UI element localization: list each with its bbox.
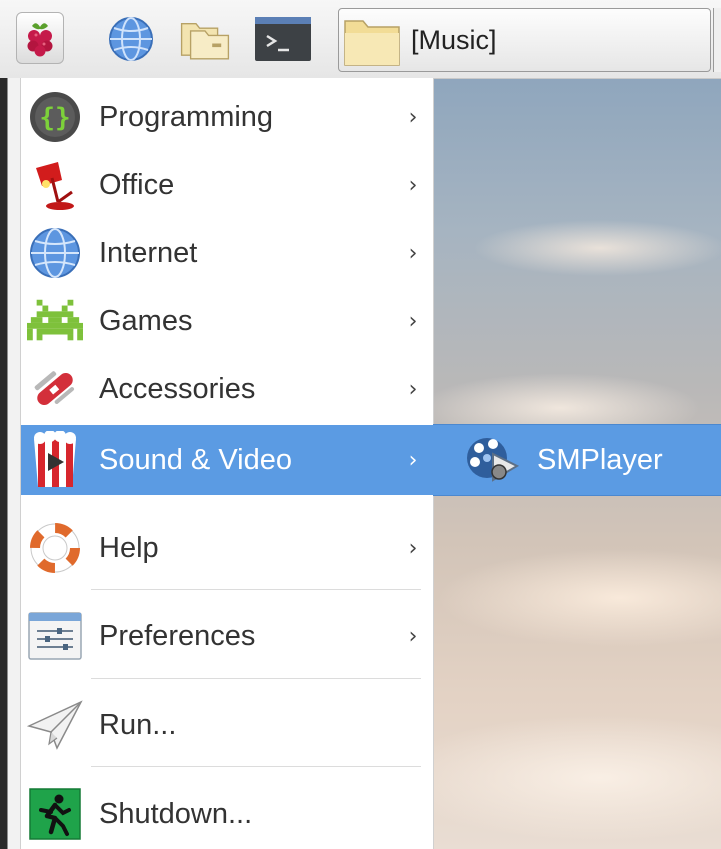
svg-text:{}: {} (39, 103, 70, 133)
menu-item-label: Shutdown... (99, 797, 253, 830)
help-icon (30, 523, 80, 573)
menu-item-office[interactable]: Office › (21, 151, 433, 219)
menu-item-run[interactable]: Run... (21, 691, 433, 759)
menu-left-edge (0, 78, 20, 849)
menu-item-shutdown[interactable]: Shutdown... (21, 780, 433, 848)
web-browser-icon (109, 17, 153, 61)
chevron-right-icon: › (408, 172, 418, 198)
file-manager-launcher[interactable] (178, 12, 232, 66)
menu-item-label: Preferences (99, 619, 256, 652)
sound-video-submenu: SMPlayer (433, 424, 721, 496)
menu-item-label: Programming (99, 100, 274, 133)
menu-item-label: Internet (99, 236, 198, 269)
menu-item-label: Office (99, 168, 175, 201)
programming-icon: {} (30, 92, 80, 142)
top-panel: [Music] (0, 0, 721, 79)
folder-icon (344, 20, 400, 66)
run-icon (27, 700, 83, 750)
chevron-right-icon: › (408, 447, 418, 473)
menu-separator (91, 766, 421, 767)
office-icon (36, 162, 74, 210)
chevron-right-icon: › (408, 376, 418, 402)
menu-item-help[interactable]: Help › (21, 514, 433, 582)
menu-separator (91, 589, 421, 590)
menu-separator (91, 678, 421, 679)
task-button-label: [Music] (411, 24, 497, 55)
chevron-right-icon: › (408, 535, 418, 561)
sound-video-icon (34, 431, 76, 487)
internet-icon (30, 228, 80, 278)
web-browser-launcher[interactable] (104, 12, 158, 66)
menu-item-label: Accessories (99, 372, 256, 405)
menu-item-label: Run... (99, 708, 177, 741)
games-icon (27, 299, 83, 341)
file-manager-icon (180, 23, 230, 60)
terminal-icon (255, 17, 311, 61)
menu-item-accessories[interactable]: Accessories › (21, 355, 433, 423)
smplayer-icon (467, 438, 520, 482)
menu-item-preferences[interactable]: Preferences › (21, 602, 433, 670)
menu-item-label: Games (99, 304, 193, 337)
menu-item-label: Sound & Video (99, 443, 292, 476)
menu-item-sound-video[interactable]: Sound & Video › (21, 425, 433, 495)
chevron-right-icon: › (408, 308, 418, 334)
raspberry-menu-button[interactable] (16, 12, 64, 64)
accessories-icon (34, 371, 75, 405)
preferences-icon (28, 612, 82, 660)
application-menu: {} Programming › Office › Internet › Gam… (20, 78, 434, 849)
menu-item-label: Help (99, 531, 159, 564)
menu-item-programming[interactable]: {} Programming › (21, 83, 433, 151)
panel-edge-button[interactable] (713, 8, 721, 72)
raspberry-menu-icon (27, 23, 53, 57)
chevron-right-icon: › (408, 240, 418, 266)
submenu-item-smplayer[interactable]: SMPlayer (433, 425, 721, 495)
menu-item-games[interactable]: Games › (21, 287, 433, 355)
submenu-item-label: SMPlayer (537, 443, 663, 476)
chevron-right-icon: › (408, 623, 418, 649)
menu-item-internet[interactable]: Internet › (21, 219, 433, 287)
task-button-music[interactable]: [Music] (338, 8, 711, 72)
chevron-right-icon: › (408, 104, 418, 130)
shutdown-icon (29, 788, 81, 840)
terminal-launcher[interactable] (252, 12, 314, 66)
